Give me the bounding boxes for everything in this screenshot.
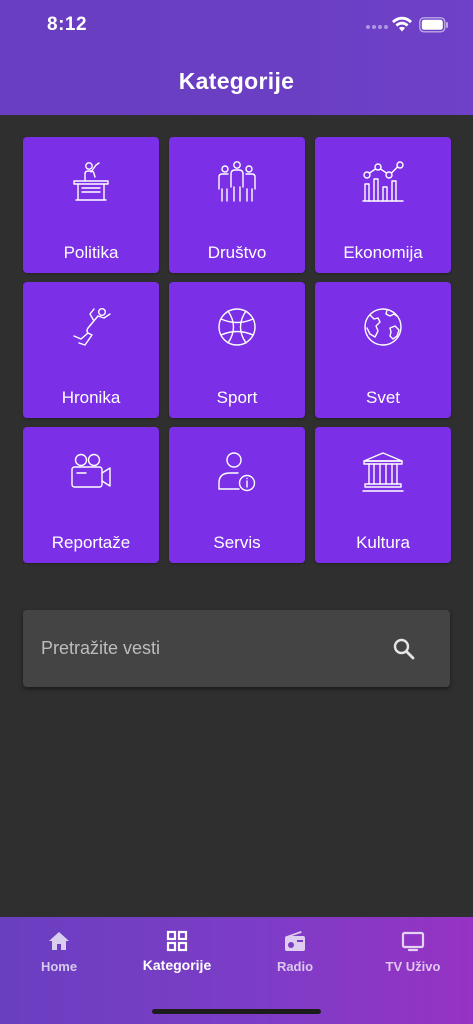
category-label: Politika xyxy=(63,243,119,262)
group-people-icon xyxy=(214,159,260,205)
category-label: Društvo xyxy=(207,243,267,262)
category-label: Servis xyxy=(213,533,261,552)
globe-icon xyxy=(360,304,406,350)
wifi-icon xyxy=(392,16,412,32)
bottom-navigation: Home Kategorije Radio TV Uživo xyxy=(0,917,473,1024)
category-grid: Politika Društvo Ekonomija Hronika Sport… xyxy=(23,137,451,563)
category-tile-sport[interactable]: Sport xyxy=(169,282,305,418)
app-header: 8:12 Kategorije xyxy=(0,0,473,115)
category-label: Hronika xyxy=(61,388,121,407)
user-info-icon xyxy=(214,449,260,495)
category-label: Sport xyxy=(216,388,258,407)
cellular-signal-icon xyxy=(366,25,388,29)
nav-label: TV Uživo xyxy=(385,959,441,974)
home-icon xyxy=(49,932,69,950)
category-tile-politika[interactable]: Politika xyxy=(23,137,159,273)
temple-icon xyxy=(360,449,406,495)
home-indicator xyxy=(152,1009,321,1014)
category-label: Svet xyxy=(365,388,401,407)
radio-icon xyxy=(285,931,305,951)
crime-scene-body-icon xyxy=(68,304,114,350)
nav-item-kategorije[interactable]: Kategorije xyxy=(118,917,236,977)
grid-icon xyxy=(166,930,188,952)
nav-label: Radio xyxy=(276,959,314,974)
category-label: Ekonomija xyxy=(343,243,423,262)
economy-chart-icon xyxy=(360,159,406,205)
nav-label: Home xyxy=(40,959,78,974)
category-label: Reportaže xyxy=(51,533,131,552)
search-icon[interactable] xyxy=(392,637,416,661)
category-tile-servis[interactable]: Servis xyxy=(169,427,305,563)
search-input[interactable] xyxy=(41,610,371,687)
category-tile-reportaze[interactable]: Reportaže xyxy=(23,427,159,563)
status-time: 8:12 xyxy=(47,14,88,35)
nav-label: Kategorije xyxy=(142,957,212,973)
nav-item-home[interactable]: Home xyxy=(0,917,118,977)
nav-item-tv-uzivo[interactable]: TV Uživo xyxy=(354,917,472,977)
nav-item-radio[interactable]: Radio xyxy=(236,917,354,977)
status-bar: 8:12 xyxy=(0,0,473,52)
category-tile-drustvo[interactable]: Društvo xyxy=(169,137,305,273)
category-tile-kultura[interactable]: Kultura xyxy=(315,427,451,563)
search-bar xyxy=(23,610,450,687)
category-label: Kultura xyxy=(356,533,410,552)
speaker-podium-icon xyxy=(68,159,114,205)
category-tile-ekonomija[interactable]: Ekonomija xyxy=(315,137,451,273)
video-camera-icon xyxy=(68,449,114,495)
page-title: Kategorije xyxy=(178,68,295,94)
category-tile-svet[interactable]: Svet xyxy=(315,282,451,418)
tv-icon xyxy=(401,931,425,952)
category-tile-hronika[interactable]: Hronika xyxy=(23,282,159,418)
battery-icon xyxy=(419,17,448,33)
basketball-icon xyxy=(214,304,260,350)
